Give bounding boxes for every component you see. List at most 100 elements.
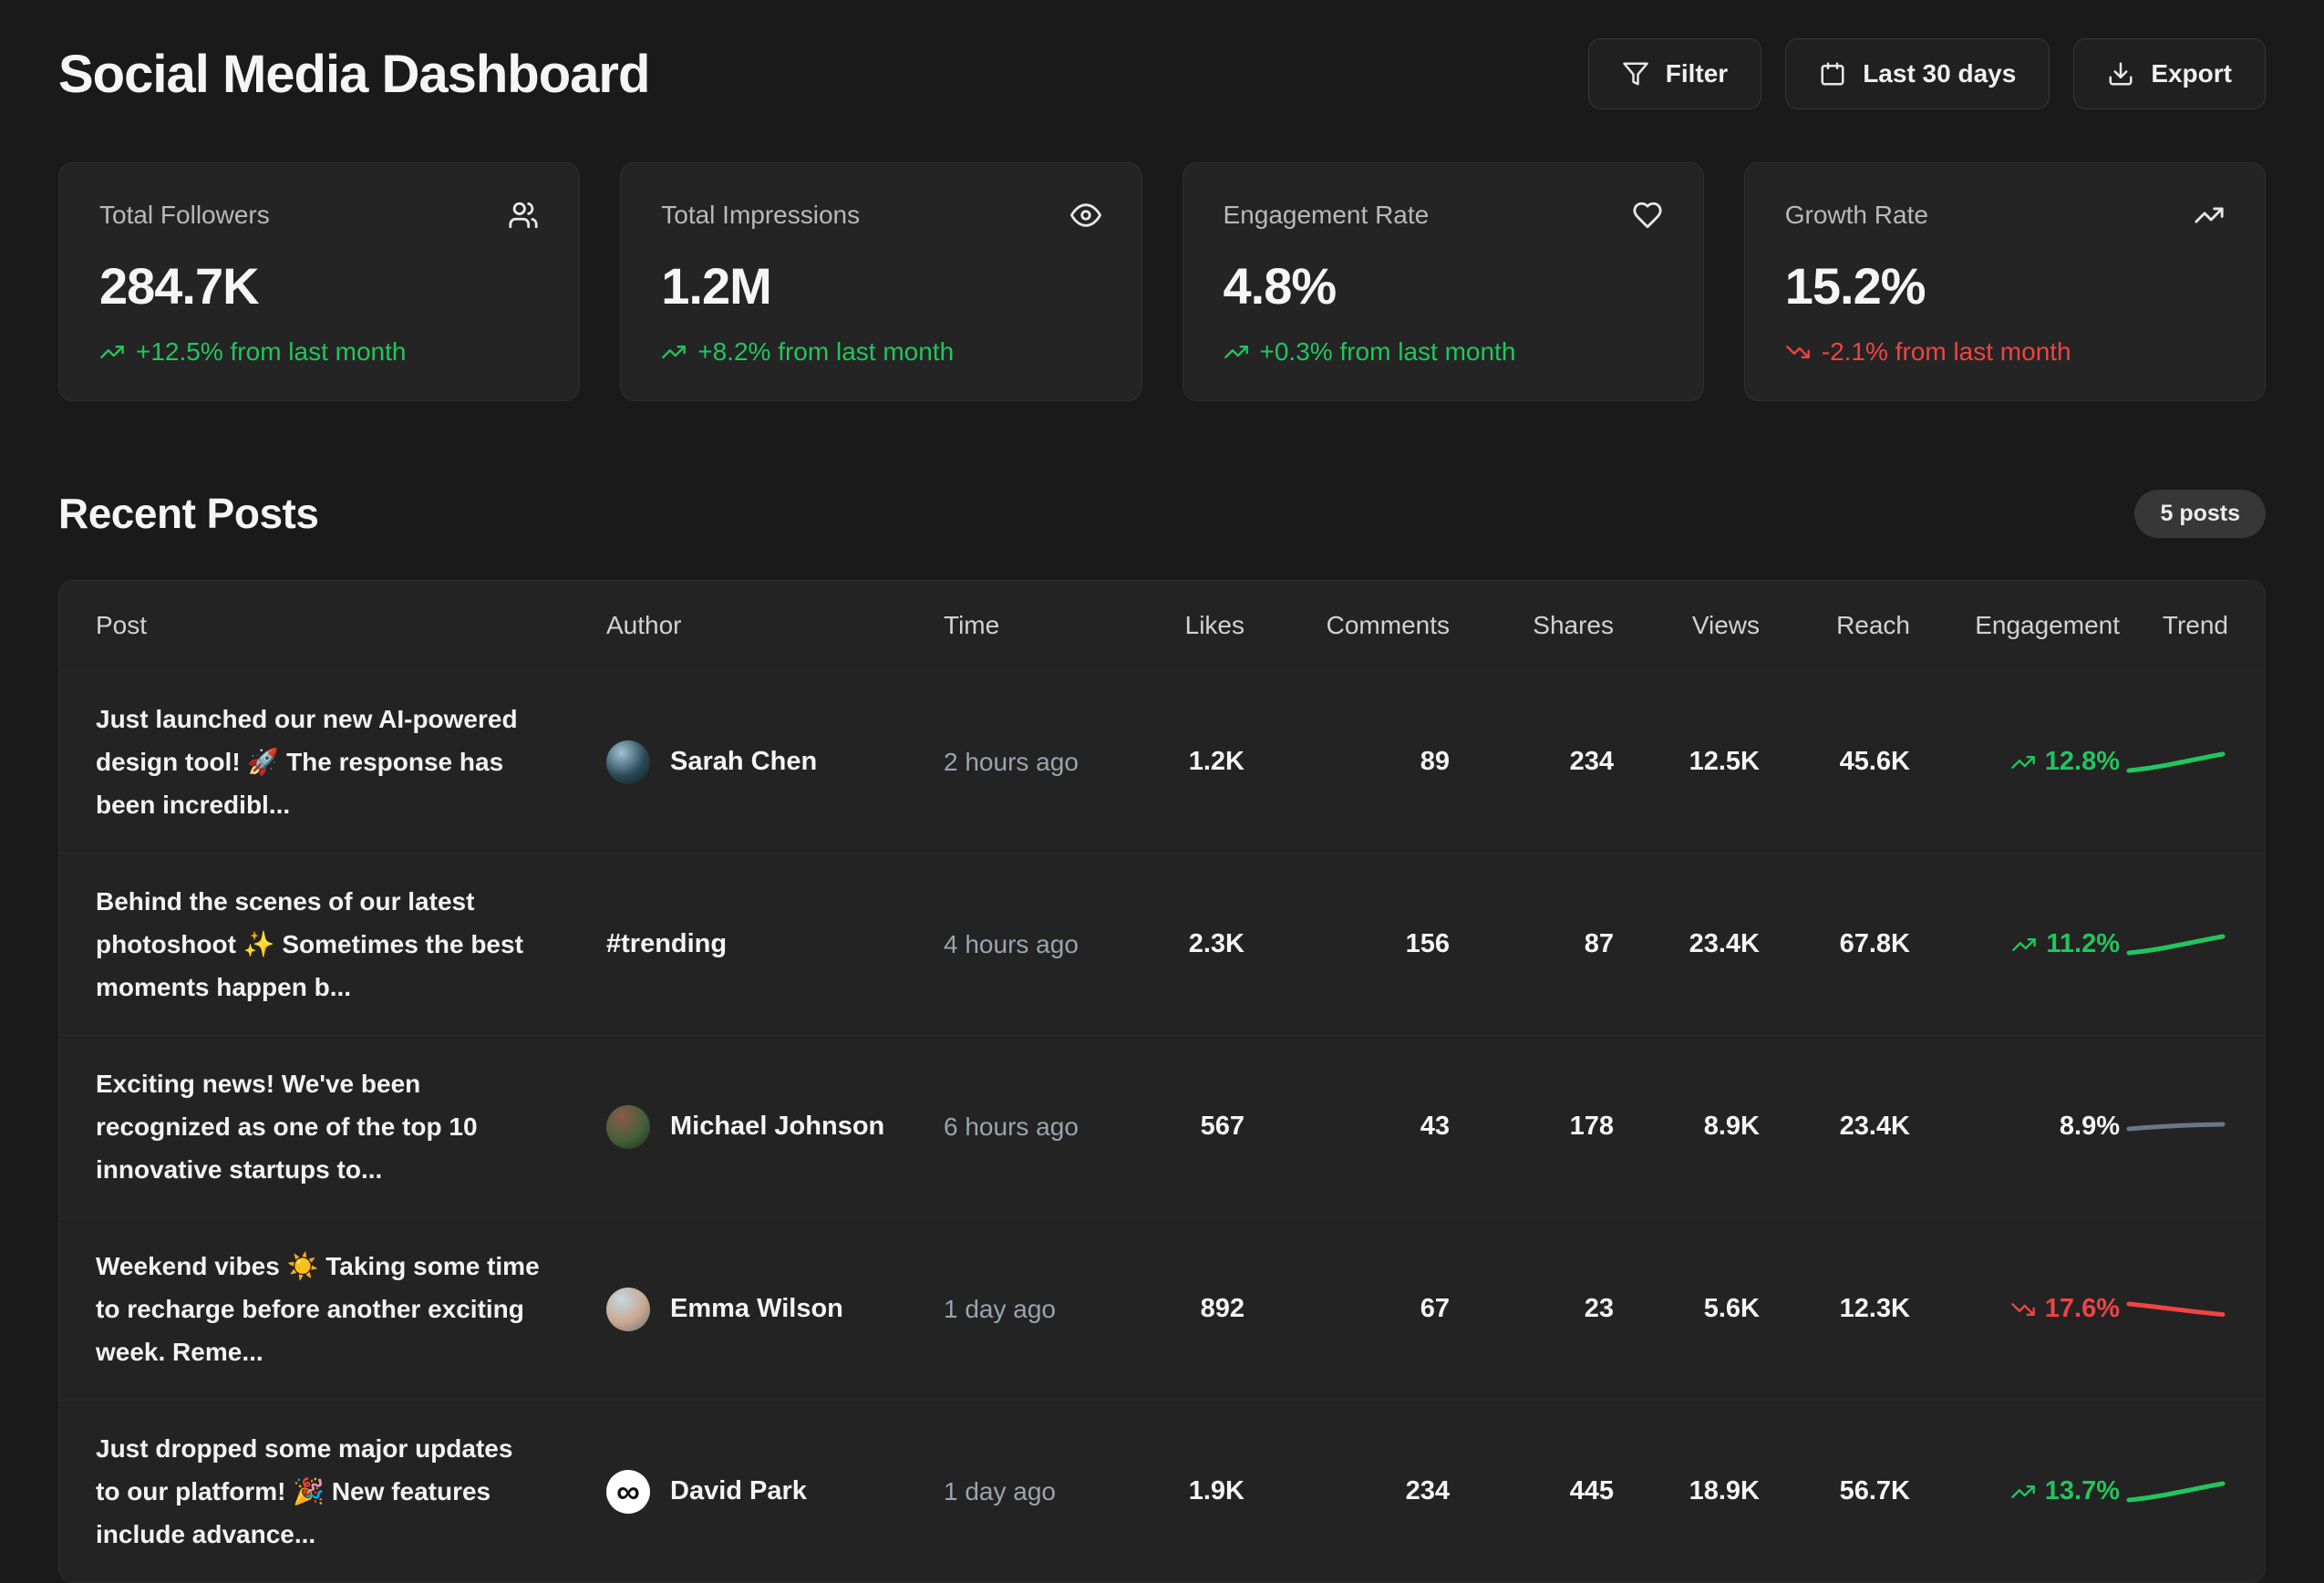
post-count-badge: 5 posts: [2134, 490, 2266, 538]
post-author: Emma Wilson: [606, 1288, 944, 1331]
stat-value: 4.8%: [1224, 256, 1663, 316]
post-text: Exciting news! We've been recognized as …: [96, 1062, 606, 1191]
shares-value: 178: [1450, 1112, 1614, 1142]
stat-label: Engagement Rate: [1224, 201, 1430, 230]
likes-value: 567: [1108, 1112, 1245, 1142]
comments-value: 234: [1245, 1476, 1450, 1506]
avatar: ∞: [606, 1470, 650, 1514]
trend-sparkline: [2120, 1295, 2228, 1324]
trending-up-icon: [99, 339, 125, 365]
trending-up-icon: [2010, 1479, 2036, 1505]
post-text: Behind the scenes of our latest photosho…: [96, 880, 606, 1009]
stat-value: 15.2%: [1785, 256, 2225, 316]
section-title: Recent Posts: [58, 489, 318, 538]
shares-value: 234: [1450, 747, 1614, 777]
comments-value: 43: [1245, 1112, 1450, 1142]
eye-icon: [1070, 200, 1101, 231]
trending-up-icon: [1224, 339, 1249, 365]
export-button-label: Export: [2151, 59, 2232, 88]
stat-delta: +0.3% from last month: [1224, 337, 1663, 367]
comments-value: 89: [1245, 747, 1450, 777]
post-text: Just launched our new AI-powered design …: [96, 698, 606, 826]
avatar: [606, 740, 650, 784]
likes-value: 1.2K: [1108, 747, 1245, 777]
column-header-author: Author: [606, 611, 944, 640]
shares-value: 23: [1450, 1294, 1614, 1324]
stat-value: 284.7K: [99, 256, 539, 316]
post-author: Sarah Chen: [606, 740, 944, 784]
views-value: 5.6K: [1614, 1294, 1760, 1324]
trending-up-icon: [2011, 932, 2037, 957]
column-header-post: Post: [96, 611, 606, 640]
recent-posts-header: Recent Posts 5 posts: [58, 489, 2266, 538]
trend-sparkline: [2120, 1112, 2228, 1142]
stat-card-total-followers: Total Followers 284.7K +12.5% from last …: [58, 162, 580, 401]
post-text: Just dropped some major updates to our p…: [96, 1427, 606, 1556]
stat-delta: +8.2% from last month: [661, 337, 1100, 367]
likes-value: 892: [1108, 1294, 1245, 1324]
post-time: 2 hours ago: [944, 748, 1108, 777]
table-row[interactable]: Weekend vibes ☀️ Taking some time to rec…: [59, 1217, 2265, 1400]
column-header-views: Views: [1614, 611, 1760, 640]
post-time: 1 day ago: [944, 1295, 1108, 1324]
stat-label: Growth Rate: [1785, 201, 1928, 230]
table-header-row: Post Author Time Likes Comments Shares V…: [59, 581, 2265, 670]
dashboard-page: Social Media Dashboard Filter Last 30 da…: [0, 0, 2324, 1583]
avatar: [606, 1288, 650, 1331]
post-author: #trending: [606, 929, 944, 959]
author-name: Emma Wilson: [670, 1294, 843, 1324]
avatar: [606, 1105, 650, 1149]
author-name: Michael Johnson: [670, 1112, 884, 1142]
trend-sparkline: [2120, 930, 2228, 959]
views-value: 12.5K: [1614, 747, 1760, 777]
table-row[interactable]: Behind the scenes of our latest photosho…: [59, 853, 2265, 1035]
stat-card-engagement-rate: Engagement Rate 4.8% +0.3% from last mon…: [1183, 162, 1704, 401]
author-name: David Park: [670, 1476, 807, 1506]
filter-button-label: Filter: [1666, 59, 1728, 88]
reach-value: 67.8K: [1760, 929, 1910, 959]
column-header-shares: Shares: [1450, 611, 1614, 640]
header-actions: Filter Last 30 days Export: [1588, 38, 2266, 109]
column-header-comments: Comments: [1245, 611, 1450, 640]
reach-value: 45.6K: [1760, 747, 1910, 777]
stat-label: Total Impressions: [661, 201, 860, 230]
post-time: 6 hours ago: [944, 1112, 1108, 1142]
table-row[interactable]: Exciting news! We've been recognized as …: [59, 1035, 2265, 1217]
stat-delta: -2.1% from last month: [1785, 337, 2225, 367]
reach-value: 23.4K: [1760, 1112, 1910, 1142]
post-author: Michael Johnson: [606, 1105, 944, 1149]
column-header-likes: Likes: [1108, 611, 1245, 640]
engagement-value: 17.6%: [1910, 1294, 2120, 1324]
calendar-icon: [1819, 60, 1846, 88]
table-row[interactable]: Just dropped some major updates to our p…: [59, 1400, 2265, 1582]
date-range-button[interactable]: Last 30 days: [1785, 38, 2050, 109]
top-bar: Social Media Dashboard Filter Last 30 da…: [58, 38, 2266, 109]
stat-delta: +12.5% from last month: [99, 337, 539, 367]
table-row[interactable]: Just launched our new AI-powered design …: [59, 670, 2265, 853]
trending-up-icon: [661, 339, 687, 365]
stat-label: Total Followers: [99, 201, 270, 230]
likes-value: 1.9K: [1108, 1476, 1245, 1506]
posts-table: Post Author Time Likes Comments Shares V…: [58, 580, 2266, 1583]
filter-button[interactable]: Filter: [1588, 38, 1761, 109]
stat-card-total-impressions: Total Impressions 1.2M +8.2% from last m…: [620, 162, 1141, 401]
views-value: 18.9K: [1614, 1476, 1760, 1506]
column-header-trend: Trend: [2120, 611, 2228, 640]
post-author: ∞ David Park: [606, 1470, 944, 1514]
post-time: 1 day ago: [944, 1477, 1108, 1506]
stat-card-growth-rate: Growth Rate 15.2% -2.1% from last month: [1744, 162, 2266, 401]
views-value: 23.4K: [1614, 929, 1760, 959]
trend-sparkline: [2120, 748, 2228, 777]
comments-value: 67: [1245, 1294, 1450, 1324]
column-header-time: Time: [944, 611, 1108, 640]
shares-value: 87: [1450, 929, 1614, 959]
column-header-reach: Reach: [1760, 611, 1910, 640]
column-header-engagement: Engagement: [1910, 611, 2120, 640]
page-title: Social Media Dashboard: [58, 44, 649, 105]
reach-value: 56.7K: [1760, 1476, 1910, 1506]
post-time: 4 hours ago: [944, 930, 1108, 959]
stat-cards: Total Followers 284.7K +12.5% from last …: [58, 162, 2266, 401]
shares-value: 445: [1450, 1476, 1614, 1506]
trending-up-icon: [2010, 750, 2036, 775]
export-button[interactable]: Export: [2073, 38, 2266, 109]
